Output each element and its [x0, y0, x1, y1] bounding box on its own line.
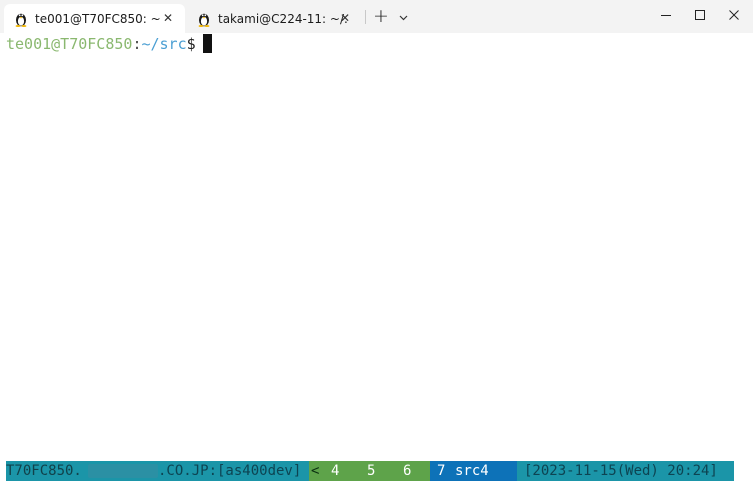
status-datetime: [2023-11-15(Wed) 20:24] — [524, 463, 718, 479]
prompt-user-host: te001@T70FC850 — [6, 35, 133, 53]
status-hostname: T70FC850. — [6, 463, 82, 479]
maximize-icon — [695, 10, 705, 20]
status-session: .CO.JP:[as400dev] — [158, 463, 302, 479]
tab-divider — [365, 10, 366, 24]
terminal-pane[interactable]: te001@T70FC850:~/src$ T70FC850. .CO.JP:[… — [0, 33, 753, 494]
tab-dropdown-button[interactable] — [394, 6, 412, 28]
linux-tux-icon — [198, 13, 210, 27]
text-cursor — [202, 34, 212, 53]
close-tab-icon[interactable]: ✕ — [160, 9, 176, 27]
minimize-icon — [661, 15, 671, 16]
redacted-text — [88, 464, 158, 478]
status-window-4[interactable]: 4 — [331, 461, 339, 481]
chevron-down-icon — [399, 15, 407, 21]
status-window-5[interactable]: 5 — [367, 461, 375, 481]
title-bar: te001@T70FC850: ~ ✕ takami@C224-11: ~/.s… — [0, 0, 753, 33]
tab-title: te001@T70FC850: ~ — [35, 11, 161, 26]
tab-title: takami@C224-11: ~/.ssh — [218, 11, 348, 26]
new-tab-button[interactable]: + — [370, 6, 392, 28]
close-tab-icon[interactable]: ✕ — [337, 9, 353, 27]
active-window-index: 7 — [437, 463, 446, 479]
tab-te001[interactable]: te001@T70FC850: ~ ✕ — [4, 4, 185, 33]
status-active-window[interactable]: 7 src4 — [430, 461, 517, 481]
linux-tux-icon — [15, 13, 27, 27]
status-window-6[interactable]: 6 — [403, 461, 411, 481]
tmux-status-bar: T70FC850. .CO.JP:[as400dev] < 4 5 6 7 sr… — [6, 461, 734, 481]
status-window-list: < 4 5 6 — [309, 461, 430, 481]
tab-takami[interactable]: takami@C224-11: ~/.ssh ✕ — [187, 4, 362, 33]
status-window-marker: < — [311, 463, 320, 479]
close-window-button[interactable] — [711, 0, 753, 30]
shell-prompt: te001@T70FC850:~/src$ — [6, 34, 212, 54]
active-window-name: src4 — [455, 463, 489, 479]
prompt-path: ~/src — [141, 35, 187, 53]
prompt-dollar: $ — [186, 35, 196, 53]
close-icon — [729, 10, 739, 20]
